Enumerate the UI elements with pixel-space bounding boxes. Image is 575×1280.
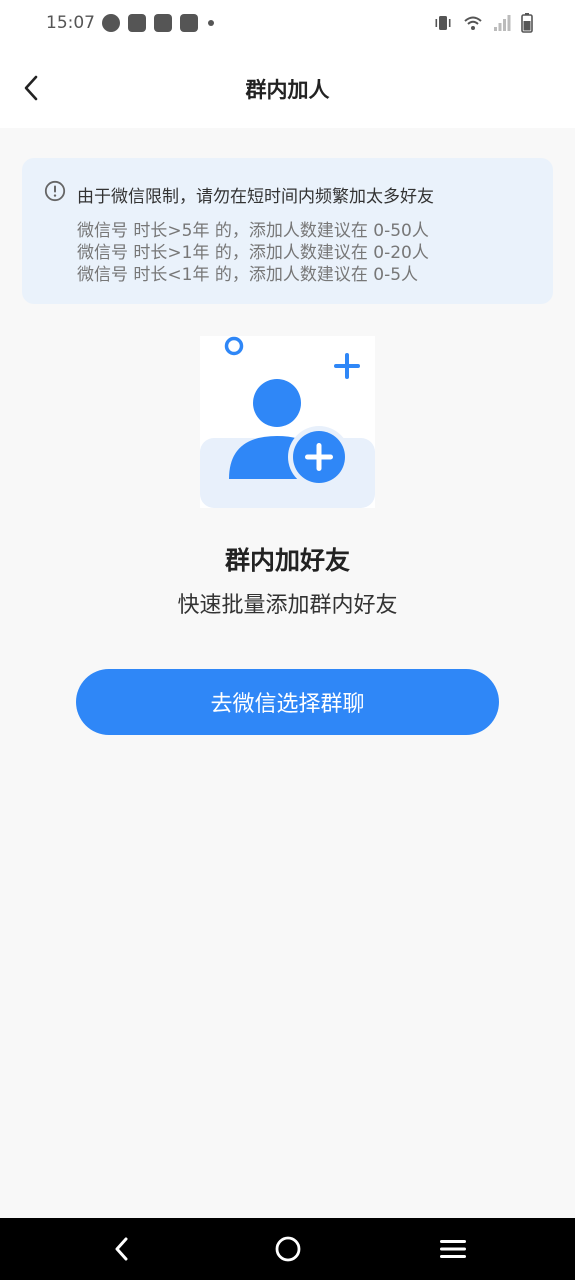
notice-title: 由于微信限制，请勿在短时间内频繁加太多好友: [77, 187, 434, 207]
system-icons: [433, 12, 533, 34]
select-wechat-group-button[interactable]: 去微信选择群聊: [76, 669, 499, 735]
speedometer-icon: [102, 14, 120, 32]
nav-back-button[interactable]: [104, 1231, 140, 1267]
signal-icon: [494, 15, 511, 31]
feature-subtitle: 快速批量添加群内好友: [177, 593, 398, 618]
add-user-icon: [200, 336, 375, 508]
status-time: 15:07: [46, 13, 95, 33]
wifi-icon: [464, 16, 482, 30]
nav-menu-button[interactable]: [435, 1231, 471, 1267]
more-notifications-dot-icon: [208, 20, 214, 26]
add-friend-illustration: [200, 336, 375, 508]
info-circle-icon: [44, 180, 66, 202]
feature-title: 群内加好友: [224, 546, 350, 575]
notification-icons: [102, 14, 214, 32]
limit-notice-card: 由于微信限制，请勿在短时间内频繁加太多好友 微信号 时长>5年 的，添加人数建议…: [22, 158, 553, 304]
page-title: 群内加人: [245, 78, 330, 102]
vibrate-icon: [435, 16, 451, 30]
nav-menu-icon: [440, 1240, 466, 1258]
shopping-bag-icon: [180, 14, 198, 32]
battery-icon: [521, 13, 533, 33]
status-bar: 15:07: [0, 0, 575, 48]
app-header: 群内加人: [0, 48, 575, 128]
shopping-bag-icon: [128, 14, 146, 32]
nav-home-icon: [275, 1236, 301, 1262]
system-navigation-bar: [0, 1218, 575, 1280]
nav-back-icon: [115, 1237, 128, 1261]
nav-home-button[interactable]: [270, 1231, 306, 1267]
notice-line: 微信号 时长<1年 的，添加人数建议在 0-5人: [77, 265, 419, 285]
shopping-bag-icon: [154, 14, 172, 32]
